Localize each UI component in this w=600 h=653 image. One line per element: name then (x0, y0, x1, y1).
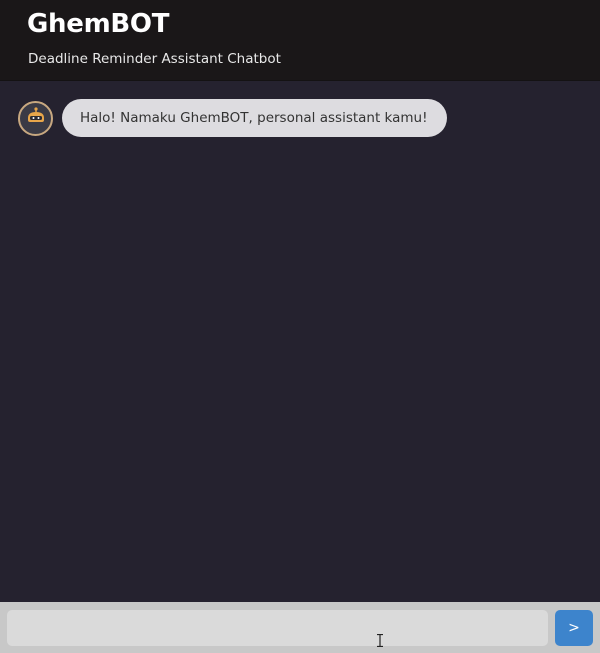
bot-avatar (18, 100, 53, 136)
app-title: GhemBOT (27, 9, 170, 39)
bot-message: Halo! Namaku GhemBOT, personal assistant… (18, 99, 447, 137)
robot-icon (25, 105, 47, 132)
message-bubble: Halo! Namaku GhemBOT, personal assistant… (62, 99, 447, 137)
chat-messages-area[interactable]: Halo! Namaku GhemBOT, personal assistant… (0, 82, 600, 602)
chat-app: GhemBOT Deadline Reminder Assistant Chat… (0, 0, 600, 653)
send-button[interactable]: > (555, 610, 593, 646)
app-subtitle: Deadline Reminder Assistant Chatbot (28, 51, 281, 67)
composer-bar: > (0, 602, 600, 653)
text-cursor-icon (376, 633, 384, 648)
message-input[interactable] (7, 610, 548, 646)
app-header: GhemBOT Deadline Reminder Assistant Chat… (0, 0, 600, 81)
